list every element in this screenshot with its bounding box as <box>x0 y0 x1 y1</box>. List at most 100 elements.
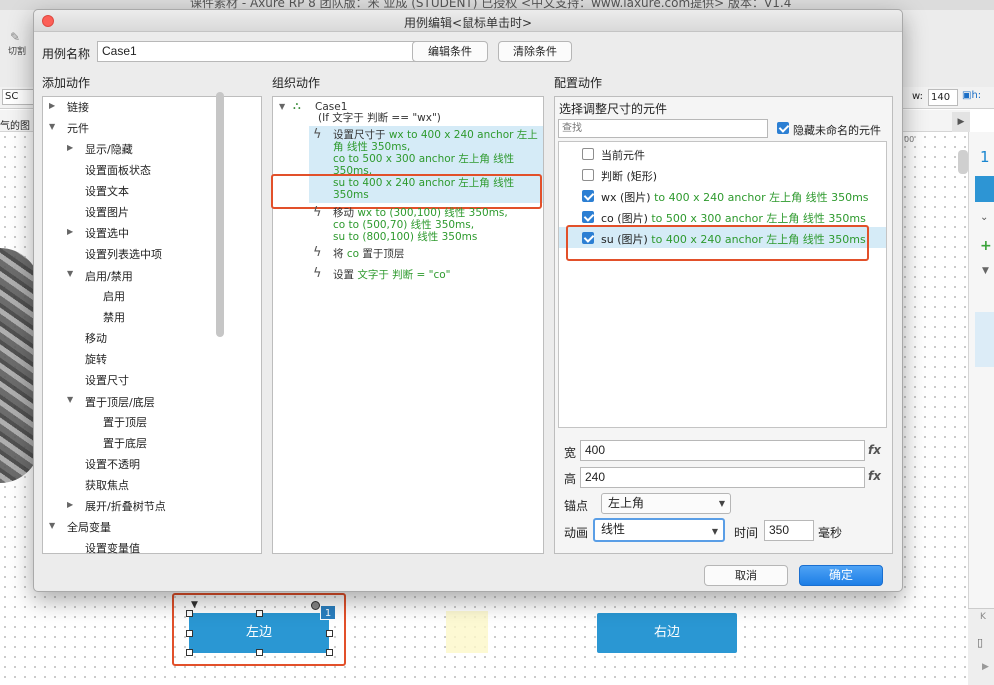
action-move-line2: co to (500,70) 线性 350ms, <box>333 219 475 231</box>
tree-node-icon[interactable]: ▶ <box>982 662 989 672</box>
case-name-input[interactable]: Case1 <box>97 41 425 62</box>
select-widgets-title: 选择调整尺寸的元件 <box>559 102 668 116</box>
widget-row-co[interactable]: co (图片) to 500 x 300 anchor 左上角 线性 350ms <box>601 210 866 226</box>
action-move-line1[interactable]: 移动 wx to (300,100) 线性 350ms, <box>333 207 508 219</box>
expand-arrow-icon[interactable]: ▶ <box>67 227 73 236</box>
tree-item-rotate[interactable]: 旋转 <box>85 351 107 367</box>
organize-action-title: 组织动作 <box>272 76 321 90</box>
tree-item-send-to-back[interactable]: 置于底层 <box>103 435 147 451</box>
tree-item-bring-front-back[interactable]: 置于顶层/底层 <box>85 394 155 410</box>
animation-label: 动画 <box>564 526 589 540</box>
clear-condition-button[interactable]: 清除条件 <box>498 41 572 62</box>
page-tab[interactable]: 气的图 <box>0 117 30 132</box>
collapse-arrow-icon[interactable]: ▼ <box>279 102 285 111</box>
tree-item-set-size[interactable]: 设置尺寸 <box>85 372 129 388</box>
canvas-scrollbar[interactable] <box>958 150 968 174</box>
add-icon[interactable]: + <box>980 238 992 254</box>
time-label: 时间 <box>734 526 759 540</box>
width-field-input[interactable]: 400 <box>580 440 865 461</box>
collapse-arrow-icon[interactable]: ▼ <box>67 269 73 278</box>
widget-row-wx[interactable]: wx (图片) to 400 x 240 anchor 左上角 线性 350ms <box>601 189 869 205</box>
cut-tool-label[interactable]: 切割 <box>8 44 26 57</box>
lightning-icon: ϟ <box>313 266 322 281</box>
height-fx-button[interactable]: fx <box>868 469 881 483</box>
add-action-title: 添加动作 <box>42 76 91 90</box>
search-input[interactable]: 查找 <box>558 119 768 138</box>
widget-list <box>558 141 887 428</box>
highlight-su-widget <box>566 225 869 261</box>
tree-item-set-opacity[interactable]: 设置不透明 <box>85 456 140 472</box>
dialog-title: 用例编辑<鼠标单击时> <box>403 16 533 30</box>
add-action-panel <box>42 96 262 554</box>
ok-button[interactable]: 确定 <box>799 565 883 586</box>
lightning-icon: ϟ <box>313 127 322 142</box>
time-input[interactable]: 350 <box>764 520 814 541</box>
chevron-down-icon[interactable]: ⌄ <box>980 212 988 223</box>
tree-item-link[interactable]: 链接 <box>67 99 89 115</box>
tree-item-expand-collapse-tree[interactable]: 展开/折叠树节点 <box>85 498 166 514</box>
collapse-arrow-icon[interactable]: ▼ <box>49 521 55 530</box>
tab-scroll-right-icon[interactable]: ▶ <box>952 112 970 132</box>
tree-item-move[interactable]: 移动 <box>85 330 107 346</box>
canvas-right-button[interactable]: 右边 <box>597 613 737 653</box>
action-set-size-line3: co to 500 x 300 anchor 左上角 线性 <box>333 153 515 165</box>
edit-condition-button[interactable]: 编辑条件 <box>412 41 488 62</box>
tree-item-global-variable[interactable]: 全局变量 <box>67 519 111 535</box>
tree-item-show-hide[interactable]: 显示/隐藏 <box>85 141 133 157</box>
tree-item-enable-disable[interactable]: 启用/禁用 <box>85 268 133 284</box>
expand-arrow-icon[interactable]: ▶ <box>49 101 55 110</box>
tree-item-bring-to-front[interactable]: 置于顶层 <box>103 414 147 430</box>
tree-item-set-selected[interactable]: 设置选中 <box>85 225 129 241</box>
tree-item-set-text[interactable]: 设置文本 <box>85 183 129 199</box>
outline-panel-label: K <box>980 612 986 622</box>
tree-item-set-list-selected[interactable]: 设置列表选中项 <box>85 246 162 262</box>
collapse-arrow-icon[interactable]: ▼ <box>67 395 73 404</box>
tree-item-widget[interactable]: 元件 <box>67 120 89 136</box>
cut-icon[interactable]: ✎ <box>10 30 24 44</box>
property-sc-field[interactable]: SC <box>2 89 34 105</box>
tree-item-set-image[interactable]: 设置图片 <box>85 204 129 220</box>
height-field-input[interactable]: 240 <box>580 467 865 488</box>
hotspot-widget[interactable] <box>446 611 488 653</box>
page-icon[interactable]: ▯ <box>977 636 983 649</box>
case-name-label: 用例名称 <box>42 47 91 61</box>
lightning-icon: ϟ <box>313 245 322 260</box>
inspector-selected-row[interactable] <box>975 176 994 202</box>
chevron-down-icon: ▼ <box>711 527 718 536</box>
widget-row-judge[interactable]: 判断 (矩形) <box>601 168 657 184</box>
inspector-highlight-row[interactable] <box>975 312 994 367</box>
lightning-icon: ϟ <box>313 205 322 220</box>
widget-checkbox-current[interactable] <box>582 148 594 160</box>
width-field-label: 宽 <box>564 446 577 460</box>
action-bring-front[interactable]: 将 co 置于顶层 <box>333 248 404 260</box>
tree-item-focus[interactable]: 获取焦点 <box>85 477 129 493</box>
expand-arrow-icon[interactable]: ▶ <box>67 500 73 509</box>
cancel-button[interactable]: 取消 <box>704 565 788 586</box>
height-label: ▣h: <box>962 90 982 101</box>
highlight-su-action <box>271 174 542 209</box>
widget-checkbox-judge[interactable] <box>582 169 594 181</box>
width-input[interactable]: 140 <box>928 89 958 106</box>
width-fx-button[interactable]: fx <box>868 443 881 457</box>
case-icon: ⛬ <box>293 99 301 112</box>
widget-row-current[interactable]: 当前元件 <box>601 147 645 163</box>
tree-item-enable[interactable]: 启用 <box>103 288 125 304</box>
collapse-arrow-icon[interactable]: ▼ <box>49 122 55 131</box>
widget-checkbox-co[interactable] <box>582 211 594 223</box>
tree-item-set-panel-state[interactable]: 设置面板状态 <box>85 162 151 178</box>
action-tree-scrollbar[interactable] <box>216 92 224 337</box>
widget-checkbox-wx[interactable] <box>582 190 594 202</box>
anchor-label: 锚点 <box>564 499 589 513</box>
anchor-select[interactable]: 左上角 ▼ <box>601 493 731 514</box>
chevron-down-icon: ▼ <box>718 499 725 508</box>
tree-item-disable[interactable]: 禁用 <box>103 309 125 325</box>
action-set-text[interactable]: 设置 文字于 判断 = "co" <box>333 269 451 281</box>
expand-arrow-icon[interactable]: ▶ <box>67 143 73 152</box>
animation-select[interactable]: 线性 ▼ <box>593 518 725 542</box>
width-label: w: <box>912 91 924 102</box>
action-set-size-line2: 角 线性 350ms, <box>333 141 411 153</box>
tree-item-set-variable[interactable]: 设置变量值 <box>85 540 140 556</box>
highlight-canvas-button <box>172 593 346 666</box>
hide-unnamed-checkbox[interactable] <box>777 122 789 134</box>
collapse-triangle-icon[interactable]: ▼ <box>982 266 989 276</box>
